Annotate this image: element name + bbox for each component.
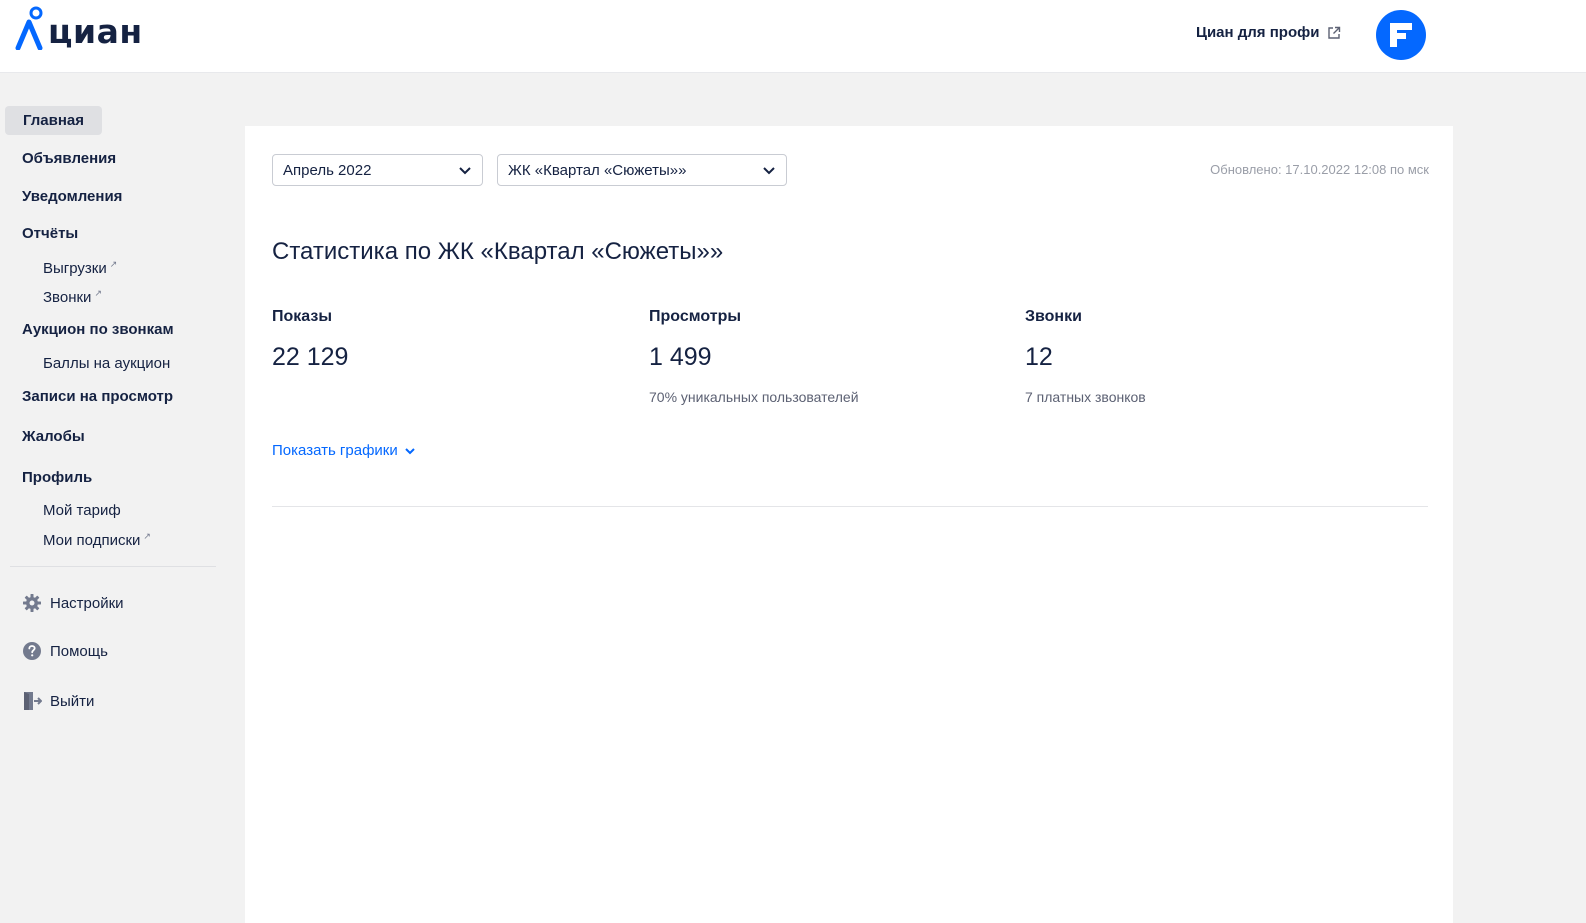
external-link-icon: ↗: [143, 531, 151, 541]
logout-icon: [24, 692, 42, 710]
settings-label: Настройки: [50, 594, 124, 612]
page-title: Статистика по ЖК «Квартал «Сюжеты»»: [272, 238, 724, 265]
stat-calls: Звонки 12 7 платных звонков: [1025, 308, 1385, 405]
sidebar-item-label: Звонки: [43, 289, 92, 306]
period-select-value: Апрель 2022: [283, 161, 372, 179]
external-link-icon: [1328, 26, 1341, 39]
sidebar-item-my-subscriptions[interactable]: Мои подписки ↗: [43, 531, 151, 549]
complex-select-value: ЖК «Квартал «Сюжеты»»: [508, 161, 687, 179]
stat-value: 12: [1025, 343, 1053, 371]
sidebar-item-label: Записи на просмотр: [22, 388, 174, 405]
stat-impressions: Показы 22 129: [272, 308, 632, 372]
stat-value: 22 129: [272, 343, 349, 371]
sidebar-item-label: Профиль: [22, 469, 93, 486]
sidebar-item-label: Мои подписки: [43, 532, 141, 549]
period-select[interactable]: Апрель 2022: [272, 154, 483, 186]
help-icon: [23, 642, 41, 660]
section-divider: [272, 506, 1428, 507]
show-charts-label: Показать графики: [272, 442, 398, 459]
sidebar-item-auction-points[interactable]: Баллы на аукцион: [43, 355, 170, 372]
sidebar-item-calls[interactable]: Звонки ↗: [43, 288, 102, 306]
sidebar-item-exports[interactable]: Выгрузки ↗: [43, 259, 117, 277]
stat-label: Звонки: [1025, 308, 1082, 325]
sidebar-item-label: Выгрузки: [43, 260, 107, 277]
sidebar-item-notifications[interactable]: Уведомления: [22, 188, 122, 205]
show-charts-toggle[interactable]: Показать графики: [272, 442, 416, 459]
user-avatar[interactable]: [1376, 10, 1426, 60]
sidebar-divider: [10, 566, 216, 567]
sidebar-item-logout[interactable]: Выйти: [22, 691, 94, 711]
chevron-down-icon: [459, 167, 471, 175]
sidebar-item-label: Мой тариф: [43, 502, 121, 519]
stat-value: 1 499: [649, 343, 712, 371]
chevron-down-icon: [405, 447, 415, 454]
sidebar-item-listings[interactable]: Объявления: [22, 150, 116, 167]
sidebar-item-help[interactable]: Помощь: [22, 641, 108, 661]
gear-icon: [23, 594, 41, 612]
stat-label: Показы: [272, 308, 332, 325]
sidebar-item-settings[interactable]: Настройки: [22, 593, 124, 613]
sidebar-item-label: Отчёты: [22, 225, 79, 242]
chevron-down-icon: [763, 167, 775, 175]
top-header: циан Циан для профи: [0, 0, 1586, 73]
cian-profi-label: Циан для профи: [1196, 24, 1320, 41]
stat-label: Просмотры: [649, 308, 742, 325]
sidebar-item-viewing-appointments[interactable]: Записи на просмотр: [22, 388, 173, 405]
sidebar-item-label: Объявления: [22, 150, 117, 167]
sidebar-nav: Главная Объявления Уведомления Отчёты Вы…: [0, 73, 230, 923]
complex-select[interactable]: ЖК «Квартал «Сюжеты»»: [497, 154, 787, 186]
logo-text: циан: [48, 12, 143, 51]
updated-timestamp: Обновлено: 17.10.2022 12:08 по мск: [1210, 162, 1429, 177]
sidebar-item-label: Главная: [23, 112, 85, 129]
sidebar-item-complaints[interactable]: Жалобы: [22, 428, 85, 445]
location-pin-icon: [14, 6, 44, 51]
stat-views: Просмотры 1 499 70% уникальных пользоват…: [649, 308, 1009, 405]
stat-note: 7 платных звонков: [1025, 389, 1146, 405]
company-logo-icon: [1390, 23, 1412, 47]
sidebar-item-label: Аукцион по звонкам: [22, 321, 174, 338]
sidebar-item-reports[interactable]: Отчёты: [22, 225, 78, 242]
sidebar-item-main[interactable]: Главная: [5, 106, 103, 135]
sidebar-item-label: Жалобы: [22, 428, 85, 445]
external-link-icon: ↗: [94, 288, 102, 298]
cian-logo[interactable]: циан: [14, 6, 143, 51]
stat-note: 70% уникальных пользователей: [649, 389, 859, 405]
sidebar-item-profile[interactable]: Профиль: [22, 469, 92, 486]
statistics-card: Апрель 2022 ЖК «Квартал «Сюжеты»» Обновл…: [245, 126, 1453, 923]
sidebar-item-label: Баллы на аукцион: [43, 355, 171, 372]
help-label: Помощь: [50, 642, 108, 660]
external-link-icon: ↗: [109, 259, 118, 269]
sidebar-item-my-tariff[interactable]: Мой тариф: [43, 502, 121, 519]
sidebar-item-label: Уведомления: [22, 188, 123, 205]
sidebar-item-call-auction[interactable]: Аукцион по звонкам: [22, 321, 174, 338]
logout-label: Выйти: [50, 692, 95, 710]
cian-profi-link[interactable]: Циан для профи: [1196, 24, 1341, 41]
